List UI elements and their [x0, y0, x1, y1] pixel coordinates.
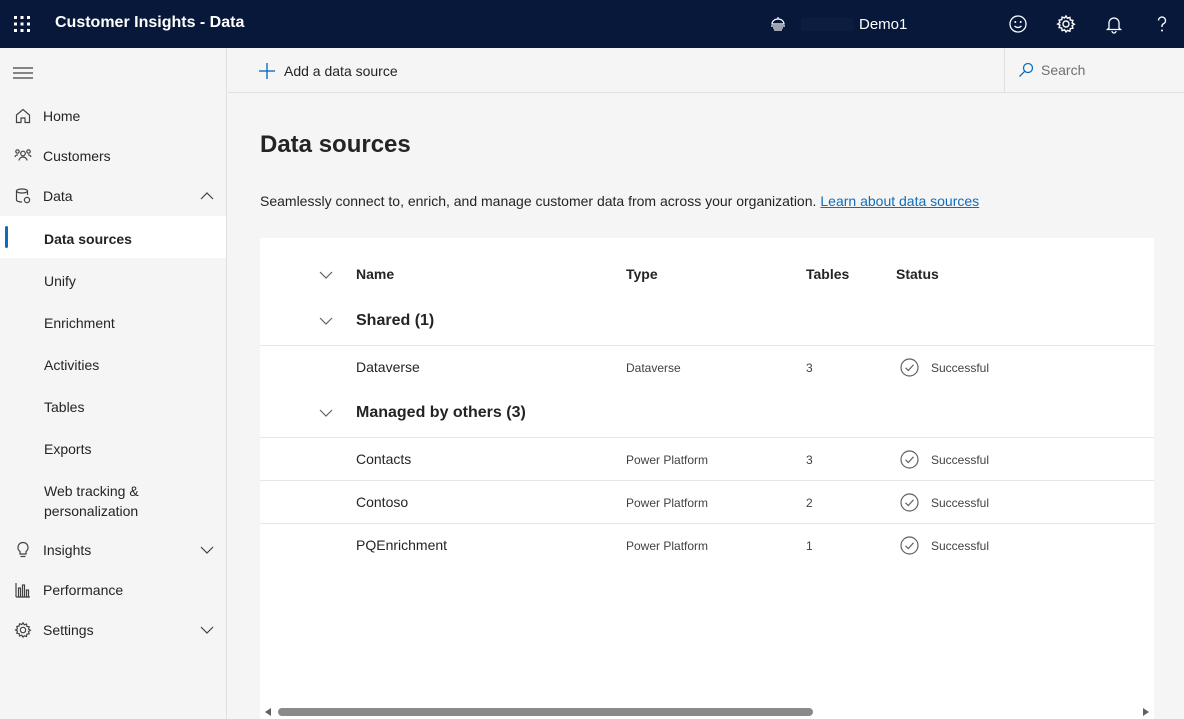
nav-subitem-enrichment[interactable]: Enrichment — [0, 300, 226, 342]
environment-name: Demo1 — [859, 16, 908, 33]
nav-item-label: Data — [43, 188, 73, 204]
nav-item-label: Home — [43, 108, 81, 124]
group-collapse-chevron-icon[interactable] — [319, 408, 333, 418]
table-row[interactable]: Contoso Power Platform 2 Successful — [260, 480, 1154, 523]
cell-name: Contoso — [356, 494, 409, 510]
cell-name: Dataverse — [356, 359, 420, 375]
checkmark-circle-icon — [900, 493, 919, 512]
cell-status: Successful — [931, 361, 990, 375]
cell-name: PQEnrichment — [356, 537, 448, 553]
settings-gear-icon[interactable] — [1056, 14, 1076, 34]
selection-indicator — [5, 226, 8, 248]
nav-item-label: Settings — [43, 622, 94, 638]
nav-subitem-label: Unify — [44, 273, 76, 289]
column-header-tables[interactable]: Tables — [806, 266, 849, 282]
cell-type: Power Platform — [626, 539, 709, 553]
database-icon — [15, 188, 31, 204]
add-data-source-label: Add a data source — [284, 63, 398, 79]
page-description: Seamlessly connect to, enrich, and manag… — [260, 193, 979, 209]
waffle-icon[interactable] — [13, 15, 31, 33]
help-icon[interactable] — [1152, 14, 1172, 34]
cell-type: Dataverse — [626, 361, 681, 375]
cell-tables: 1 — [806, 539, 813, 553]
app-title[interactable]: Customer Insights - Data — [55, 14, 244, 32]
lightbulb-icon — [17, 541, 29, 558]
checkmark-circle-icon — [900, 536, 919, 555]
cell-tables: 2 — [806, 496, 813, 510]
nav-subitem-label: Data sources — [44, 231, 132, 247]
description-text: Seamlessly connect to, enrich, and manag… — [260, 193, 817, 209]
nav-item-performance[interactable]: Performance — [0, 570, 226, 610]
search-icon — [1019, 62, 1034, 77]
nav-subitem-web-tracking[interactable]: Web tracking & personalization — [0, 468, 226, 524]
cell-tables: 3 — [806, 361, 813, 375]
nav-item-label: Customers — [43, 148, 111, 164]
collapse-all-chevron-icon[interactable] — [319, 270, 333, 280]
table-row[interactable]: Contacts Power Platform 3 Successful — [260, 437, 1154, 480]
notifications-bell-icon[interactable] — [1104, 14, 1124, 34]
nav-subitem-label: Activities — [44, 357, 100, 373]
cell-status: Successful — [931, 539, 990, 553]
group-header-shared[interactable]: Shared (1) — [356, 312, 434, 330]
checkmark-circle-icon — [900, 450, 919, 469]
table-row[interactable]: Dataverse Dataverse 3 Successful — [260, 345, 1154, 388]
bar-chart-icon — [15, 583, 30, 598]
nav-subitem-exports[interactable]: Exports — [0, 426, 226, 468]
learn-more-link[interactable]: Learn about data sources — [820, 193, 979, 209]
cell-name: Contacts — [356, 451, 412, 467]
horizontal-scrollbar[interactable] — [260, 705, 1154, 719]
page-title: Data sources — [260, 131, 411, 158]
chevron-down-icon[interactable] — [200, 544, 214, 556]
nav-item-settings[interactable]: Settings — [0, 610, 226, 650]
scroll-right-arrow-icon[interactable] — [1142, 708, 1150, 716]
scroll-left-arrow-icon[interactable] — [264, 708, 272, 716]
cell-type: Power Platform — [626, 453, 709, 467]
environment-icon — [771, 17, 785, 31]
nav-subitem-label: Tables — [44, 399, 85, 415]
data-sources-table: Name Type Tables Status Shared (1) Datav… — [260, 238, 1154, 719]
customers-icon — [14, 149, 32, 161]
cell-status: Successful — [931, 453, 990, 467]
scrollbar-thumb[interactable] — [278, 708, 813, 716]
table-row[interactable]: PQEnrichment Power Platform 1 Successful — [260, 523, 1154, 566]
cell-tables: 3 — [806, 453, 813, 467]
main-content: Data sources Seamlessly connect to, enri… — [228, 93, 1184, 719]
chevron-down-icon[interactable] — [200, 624, 214, 636]
nav-item-home[interactable]: Home — [0, 96, 226, 136]
group-header-managed-by-others[interactable]: Managed by others (3) — [356, 404, 526, 422]
cell-status: Successful — [931, 496, 990, 510]
nav-item-customers[interactable]: Customers — [0, 136, 226, 176]
environment-redacted — [801, 18, 853, 31]
checkmark-circle-icon — [900, 358, 919, 377]
feedback-smiley-icon[interactable] — [1008, 14, 1028, 34]
command-bar: Add a data source — [228, 48, 1184, 93]
nav-subitem-unify[interactable]: Unify — [0, 258, 226, 300]
nav-subitem-tables[interactable]: Tables — [0, 384, 226, 426]
plus-icon — [259, 63, 275, 79]
search-input[interactable] — [1041, 60, 1171, 80]
nav-subitem-label: Exports — [44, 441, 92, 457]
nav-item-label: Insights — [43, 542, 92, 558]
gear-icon — [14, 621, 32, 639]
nav-subitem-label: Web tracking & personalization — [44, 483, 139, 519]
chevron-up-icon[interactable] — [200, 190, 214, 202]
nav-subitem-data-sources[interactable]: Data sources — [0, 216, 226, 258]
left-navigation: Home Customers Data Data sources Unify E… — [0, 48, 227, 719]
nav-subitem-label: Enrichment — [44, 315, 115, 331]
group-collapse-chevron-icon[interactable] — [319, 316, 333, 326]
nav-item-insights[interactable]: Insights — [0, 530, 226, 570]
nav-item-label: Performance — [43, 582, 124, 598]
nav-subitem-activities[interactable]: Activities — [0, 342, 226, 384]
cell-type: Power Platform — [626, 496, 709, 510]
search-box[interactable] — [1004, 48, 1184, 92]
nav-item-data[interactable]: Data — [0, 176, 226, 216]
top-bar: Customer Insights - Data Demo1 — [0, 0, 1184, 48]
column-header-name[interactable]: Name — [356, 266, 394, 282]
hamburger-menu-icon[interactable] — [13, 66, 33, 80]
column-header-type[interactable]: Type — [626, 266, 658, 282]
column-header-status[interactable]: Status — [896, 266, 939, 282]
home-icon — [15, 108, 31, 124]
